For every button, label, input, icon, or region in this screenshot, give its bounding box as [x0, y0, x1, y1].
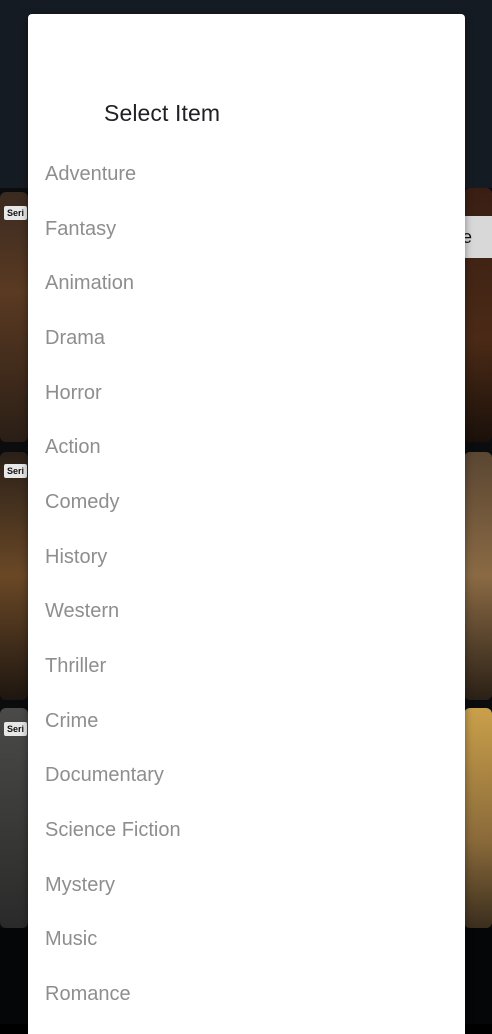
item-list: Adventure Fantasy Animation Drama Horror… [28, 147, 465, 1022]
list-item-thriller[interactable]: Thriller [28, 639, 465, 694]
dialog-title: Select Item [104, 100, 221, 126]
background-poster [0, 192, 28, 442]
list-item-drama[interactable]: Drama [28, 311, 465, 366]
background-poster [464, 708, 492, 928]
list-item-adventure[interactable]: Adventure [28, 147, 465, 202]
background-poster [0, 708, 28, 928]
background-label: e [462, 216, 492, 258]
list-item-western[interactable]: Western [28, 585, 465, 640]
poster-tag: Seri [4, 206, 28, 220]
list-item-crime[interactable]: Crime [28, 694, 465, 749]
poster-tag: Seri [4, 464, 28, 478]
list-item-mystery[interactable]: Mystery [28, 858, 465, 913]
list-item-comedy[interactable]: Comedy [28, 475, 465, 530]
list-item-history[interactable]: History [28, 530, 465, 585]
list-item-documentary[interactable]: Documentary [28, 749, 465, 804]
list-item-action[interactable]: Action [28, 420, 465, 475]
poster-tag: Seri [4, 722, 28, 736]
list-item-science-fiction[interactable]: Science Fiction [28, 803, 465, 858]
background-poster [0, 452, 28, 700]
list-item-horror[interactable]: Horror [28, 366, 465, 421]
list-item-music[interactable]: Music [28, 913, 465, 968]
list-item-fantasy[interactable]: Fantasy [28, 202, 465, 257]
list-item-romance[interactable]: Romance [28, 967, 465, 1022]
select-item-dialog: Select Item Adventure Fantasy Animation … [28, 14, 465, 1034]
list-item-animation[interactable]: Animation [28, 256, 465, 311]
background-poster [464, 452, 492, 700]
